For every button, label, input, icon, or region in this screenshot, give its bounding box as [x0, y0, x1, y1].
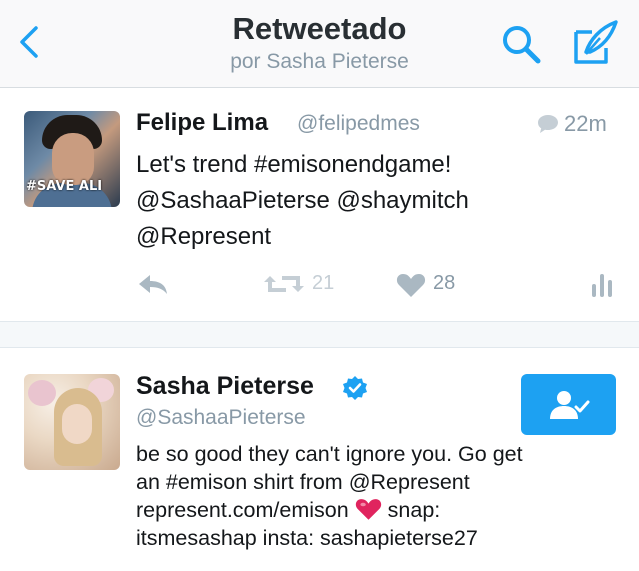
red-heart-emoji-icon: [355, 499, 381, 520]
stats-icon: [592, 274, 612, 297]
tweet-author-avatar[interactable]: #SAVE ALI: [24, 111, 120, 207]
conversation-icon: [538, 115, 558, 133]
tweet-action-bar: 21 28: [0, 264, 639, 304]
following-button[interactable]: [521, 374, 616, 435]
bio-line-with-emoji: represent.com/emison snap:: [136, 496, 616, 524]
avatar-face-shape: [52, 133, 94, 185]
like-count: 28: [433, 272, 456, 294]
bio-link[interactable]: represent.com/emison: [136, 498, 349, 522]
analytics-button[interactable]: [590, 264, 620, 304]
reply-icon: [139, 275, 167, 294]
compose-icon: [574, 20, 618, 64]
avatar-overlay-text: #SAVE ALI: [26, 179, 103, 194]
reply-button[interactable]: [136, 264, 176, 304]
tweet-card[interactable]: #SAVE ALI Felipe Lima @felipedmes 22m Le…: [0, 89, 639, 321]
retweeter-profile-card[interactable]: Sasha Pieterse @SashaaPieterse be so goo…: [0, 348, 639, 571]
search-icon: [503, 26, 541, 64]
profile-bio: be so good they can't ignore you. Go get…: [136, 440, 616, 552]
top-nav-bar: Retweetado por Sasha Pieterse: [0, 0, 639, 88]
bio-line: itsmesashap insta: sashapieterse27: [136, 526, 478, 550]
heart-icon: [396, 274, 426, 297]
profile-avatar[interactable]: [24, 374, 120, 470]
like-button[interactable]: 28: [396, 264, 466, 304]
tweet-author-handle[interactable]: @felipedmes: [297, 112, 420, 136]
compose-button[interactable]: [570, 18, 622, 68]
tweet-text-line: @SashaaPieterse @shaymitch: [136, 187, 469, 214]
profile-handle[interactable]: @SashaaPieterse: [136, 406, 306, 430]
bio-line: be so good they can't ignore you. Go get: [136, 442, 523, 466]
bio-line: an #emison shirt from @Represent: [136, 470, 470, 494]
retweet-button[interactable]: 21: [262, 264, 342, 304]
avatar-flower-shape: [28, 380, 56, 406]
search-button[interactable]: [498, 22, 546, 66]
profile-name[interactable]: Sasha Pieterse: [136, 372, 314, 401]
following-user-icon: [550, 391, 590, 419]
tweet-text-line: Let's trend #emisonendgame!: [136, 151, 452, 178]
tweet-text-line: @Represent: [136, 223, 272, 250]
retweet-icon: [264, 276, 304, 292]
tweet-text: Let's trend #emisonendgame! @SashaaPiete…: [136, 147, 616, 255]
verified-badge-icon: [343, 376, 367, 400]
avatar-face-shape: [62, 404, 92, 444]
tweet-timestamp: 22m: [564, 111, 607, 136]
tweet-author-name[interactable]: Felipe Lima: [136, 109, 268, 137]
section-divider: [0, 321, 639, 348]
bio-text: snap:: [387, 498, 441, 522]
retweet-count: 21: [312, 272, 335, 294]
